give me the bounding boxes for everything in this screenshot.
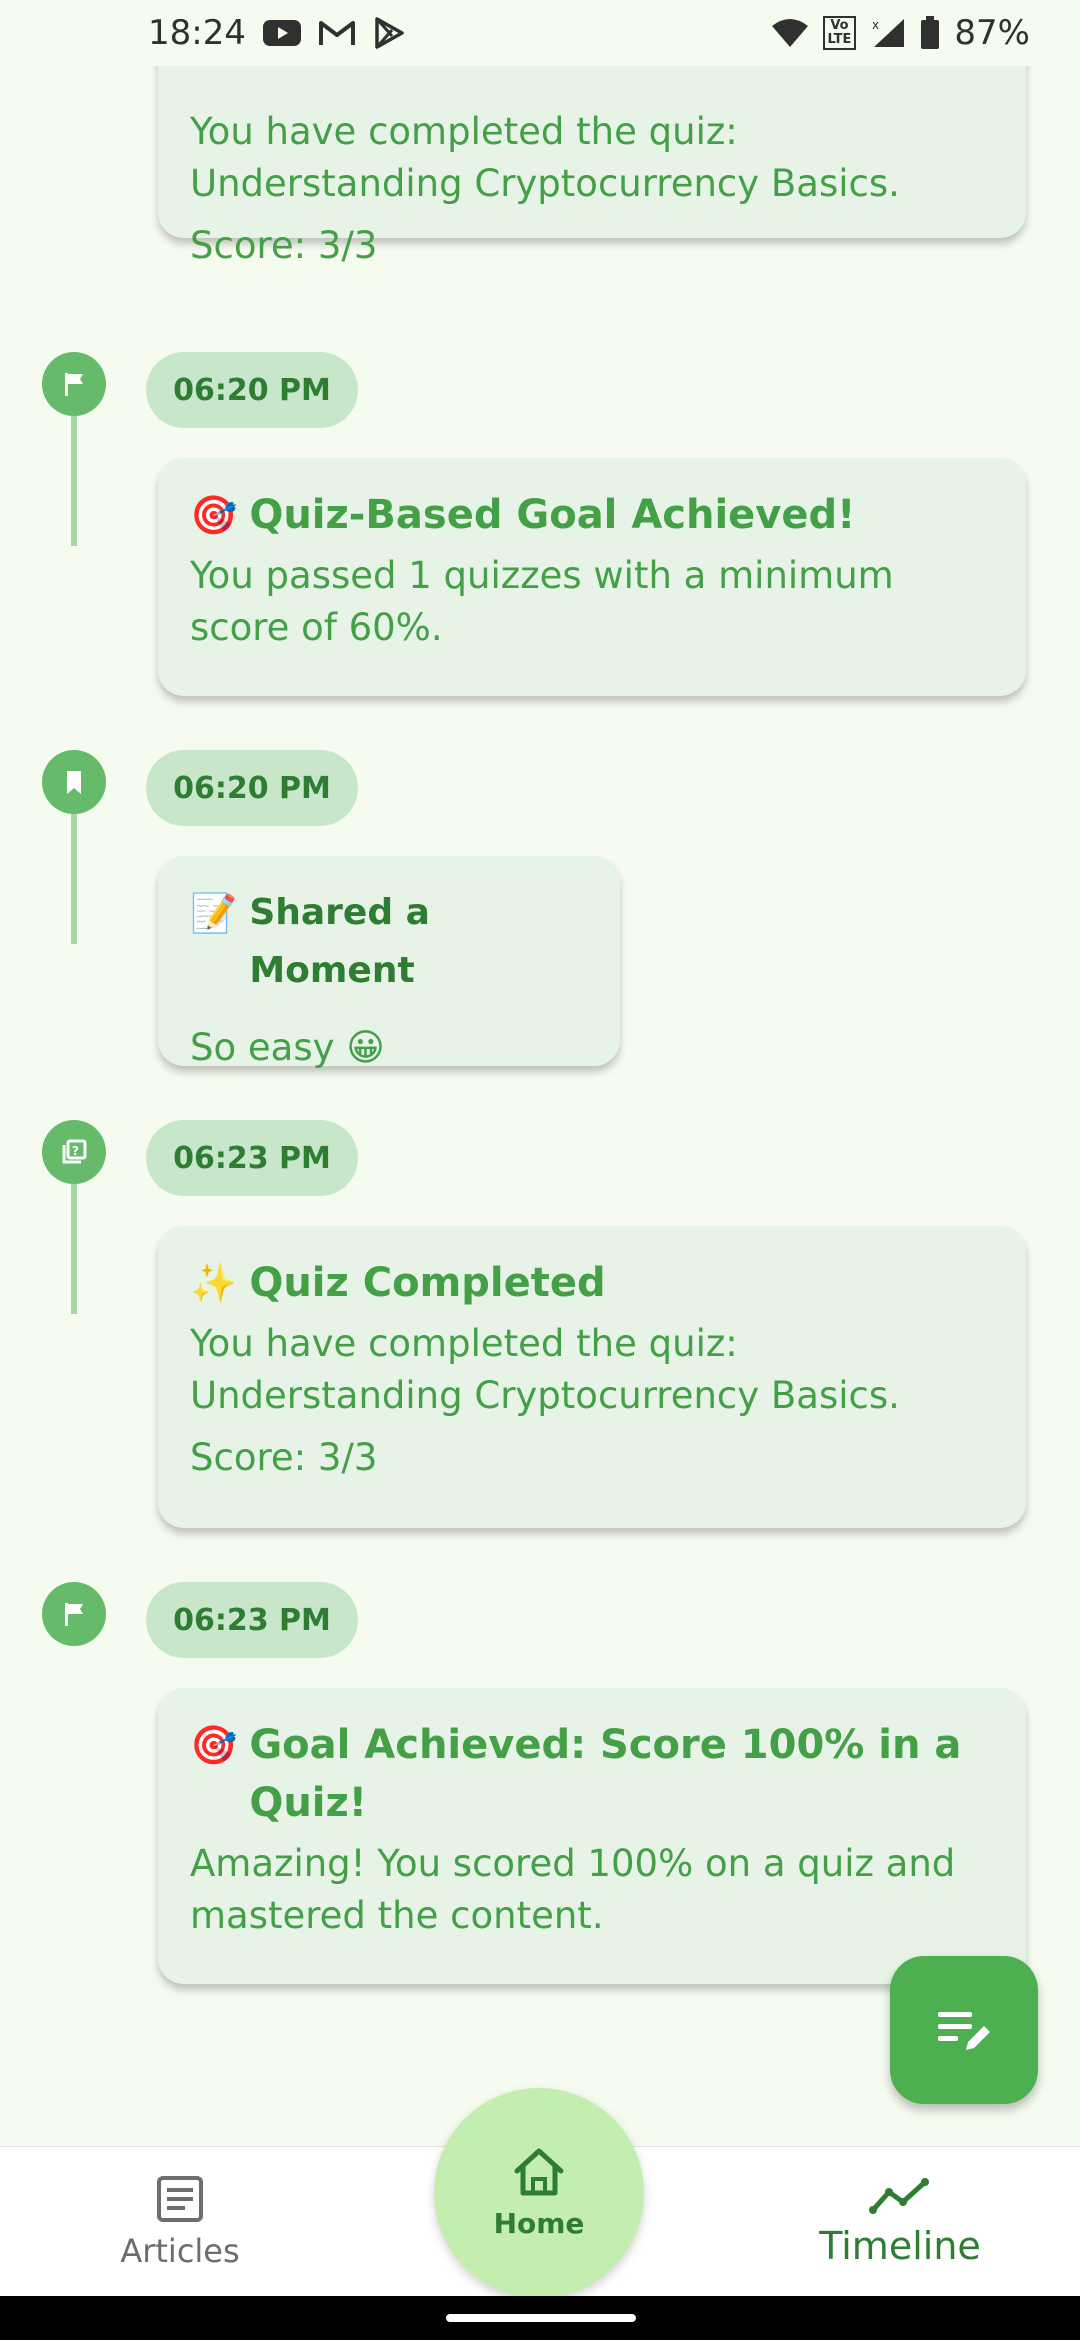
card-title: 🎯 Quiz-Based Goal Achieved! bbox=[190, 486, 994, 544]
system-gesture-bar bbox=[0, 2296, 1080, 2340]
card-title: 📝 Shared a Moment bbox=[190, 884, 588, 1000]
card-score: Score: 3/3 bbox=[190, 1436, 378, 1479]
bookmark-icon bbox=[42, 750, 106, 814]
card-title-text: Goal Achieved: Score 100% in a Quiz! bbox=[249, 1722, 962, 1826]
battery-percent: 87% bbox=[954, 13, 1030, 53]
flag-icon bbox=[42, 352, 106, 416]
status-time: 18:24 bbox=[148, 13, 246, 53]
card-body: You have completed the quiz: Understandi… bbox=[190, 1322, 900, 1417]
home-icon bbox=[514, 2148, 564, 2195]
card-title: 🎯 Goal Achieved: Score 100% in a Quiz! bbox=[190, 1716, 994, 1832]
card-title-text: Quiz Completed bbox=[249, 1260, 606, 1306]
nav-articles[interactable]: Articles bbox=[60, 2147, 300, 2297]
play-store-icon bbox=[372, 16, 406, 50]
svg-text:?: ? bbox=[72, 1144, 79, 1158]
time-chip: 06:23 PM bbox=[146, 1120, 358, 1196]
gesture-handle[interactable] bbox=[446, 2314, 636, 2322]
card-body: You have completed the quiz: Understandi… bbox=[190, 110, 900, 205]
cell-signal-icon: x bbox=[870, 17, 906, 49]
gmail-icon bbox=[318, 18, 356, 48]
card-body: Amazing! You scored 100% on a quiz and m… bbox=[190, 1842, 956, 1937]
time-chip: 06:20 PM bbox=[146, 352, 358, 428]
volte-bottom-label: LTE bbox=[827, 32, 852, 47]
timeline-card-shared-moment[interactable]: 📝 Shared a Moment So easy 😀 bbox=[158, 856, 620, 1069]
quiz-icon: ? bbox=[42, 1120, 106, 1184]
volte-badge: Vo LTE bbox=[822, 16, 857, 50]
sparkles-emoji: ✨ bbox=[190, 1261, 238, 1305]
target-emoji: 🎯 bbox=[190, 1723, 238, 1767]
target-emoji: 🎯 bbox=[190, 493, 238, 537]
nav-timeline-label: Timeline bbox=[819, 2224, 981, 2268]
status-left: 18:24 bbox=[148, 13, 406, 53]
timeline-connector bbox=[71, 416, 77, 546]
timeline-connector bbox=[71, 814, 77, 944]
card-body: So easy 😀 bbox=[190, 1026, 385, 1069]
volte-top-label: Vo bbox=[830, 18, 849, 33]
trending-line-icon bbox=[869, 2178, 929, 2214]
article-icon bbox=[157, 2176, 203, 2222]
card-title-text: Shared a Moment bbox=[249, 892, 430, 991]
youtube-icon bbox=[262, 18, 302, 48]
card-title: ✨ Quiz Completed bbox=[190, 1254, 994, 1312]
edit-list-icon bbox=[938, 2012, 990, 2050]
memo-emoji: 📝 bbox=[190, 891, 238, 935]
timeline-card-quiz-completed-previous[interactable]: You have completed the quiz: Understandi… bbox=[158, 66, 1026, 267]
card-title-text: Quiz-Based Goal Achieved! bbox=[249, 492, 856, 538]
card-body: You passed 1 quizzes with a minimum scor… bbox=[190, 554, 894, 649]
timeline-connector bbox=[71, 1184, 77, 1314]
timeline-card-quiz-completed[interactable]: ✨ Quiz Completed You have completed the … bbox=[158, 1226, 1026, 1528]
app-screen: 18:24 Vo LTE x 87% You have completed th… bbox=[0, 0, 1080, 2340]
nav-home-button[interactable]: Home bbox=[434, 2088, 644, 2298]
svg-text:x: x bbox=[872, 18, 879, 32]
nav-articles-label: Articles bbox=[120, 2232, 240, 2270]
time-chip: 06:23 PM bbox=[146, 1582, 358, 1658]
flag-icon bbox=[42, 1582, 106, 1646]
compose-note-button[interactable] bbox=[890, 1956, 1038, 2104]
card-score: Score: 3/3 bbox=[190, 224, 378, 267]
battery-icon bbox=[920, 16, 940, 50]
status-bar: 18:24 Vo LTE x 87% bbox=[0, 0, 1080, 66]
nav-timeline[interactable]: Timeline bbox=[780, 2147, 1020, 2297]
nav-home-label: Home bbox=[493, 2206, 585, 2240]
timeline-list[interactable]: You have completed the quiz: Understandi… bbox=[0, 66, 1080, 2146]
timeline-card-goal-score-100[interactable]: 🎯 Goal Achieved: Score 100% in a Quiz! A… bbox=[158, 1688, 1026, 1984]
wifi-icon bbox=[771, 18, 809, 48]
timeline-card-quiz-goal[interactable]: 🎯 Quiz-Based Goal Achieved! You passed 1… bbox=[158, 458, 1026, 696]
status-right: Vo LTE x 87% bbox=[771, 13, 1030, 53]
time-chip: 06:20 PM bbox=[146, 750, 358, 826]
